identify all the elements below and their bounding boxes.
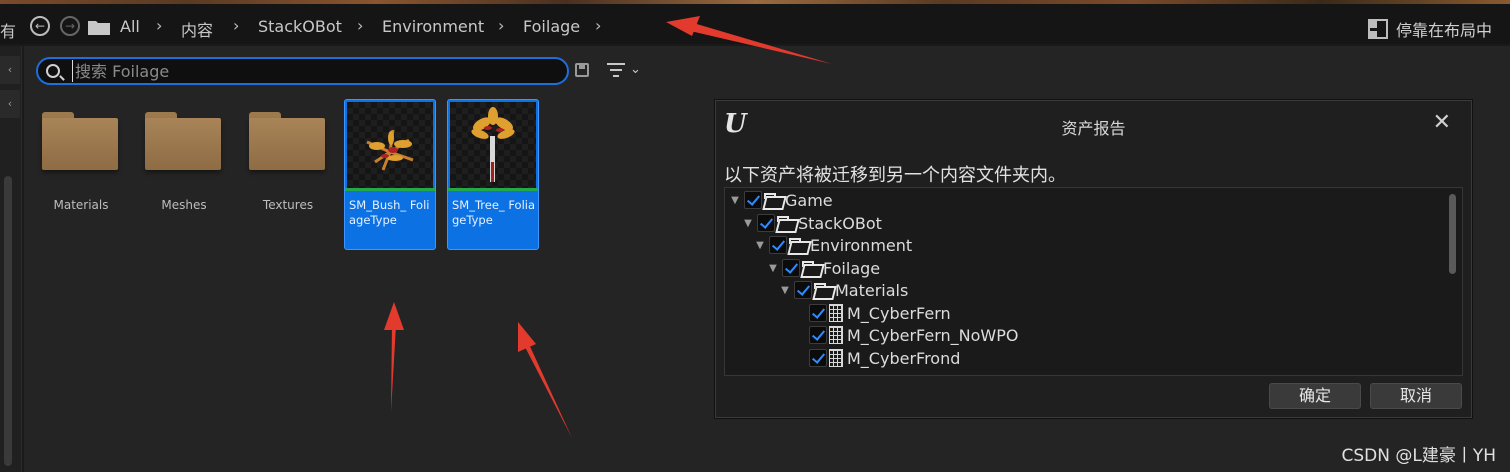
checkbox[interactable] [757,214,775,232]
content-browser-toolbar: 有 ← → All › 内容 › StackOBot › Environment… [0,4,1510,44]
folder-icon [249,112,325,170]
breadcrumb-all[interactable]: All [120,17,140,36]
folder-icon[interactable] [88,19,110,35]
tree-row[interactable]: ▼ Environment [754,234,912,256]
collapse-button[interactable]: ‹ [0,90,20,118]
dock-label: 停靠在布局中 [1395,21,1492,40]
scrollbar[interactable] [4,176,12,466]
chevron-right-icon[interactable]: › [357,16,363,35]
save-search-icon[interactable] [575,63,589,77]
forward-icon[interactable]: → [60,16,80,36]
tree-row[interactable]: ▼ Materials [779,279,908,301]
folder-tile-meshes[interactable]: Meshes [143,100,235,250]
tree-label: StackOBot [798,213,882,233]
checkbox[interactable] [769,236,787,254]
chevron-right-icon[interactable]: › [233,16,239,35]
material-icon [829,304,843,322]
tree-label: Foilage [823,258,881,278]
folder-tile-materials[interactable]: Materials [40,100,132,250]
asset-label: SM_Tree_ FoliageType [452,198,536,227]
chevron-right-icon[interactable]: › [595,16,601,35]
folder-label: Meshes [161,198,207,212]
tree-label: Game [785,190,833,210]
asset-type-bar [345,188,435,191]
asset-report-dialog: U 资产报告 ✕ 以下资产将被迁移到另一个内容文件夹内。 ▼ Game ▼ St… [715,100,1472,418]
folder-icon [42,112,118,170]
folder-label: Materials [53,198,109,212]
open-folder-icon [814,282,834,298]
tree-row[interactable]: M_CyberFern_NoWPO [809,324,1018,346]
tree-row[interactable]: M_CyberFrond [809,347,960,369]
folder-tile-textures[interactable]: Textures [247,100,339,250]
breadcrumb-stackobot[interactable]: StackOBot [258,17,342,36]
material-icon [829,349,843,367]
tree-label: M_CyberFern_NoWPO [847,325,1019,345]
bush-thumbnail [347,102,433,188]
dialog-message: 以下资产将被迁移到另一个内容文件夹内。 [724,165,1066,186]
asset-tree: ▼ Game ▼ StackOBot ▼ Environment ▼ Foila… [724,187,1463,376]
tree-thumbnail [450,102,536,188]
back-icon[interactable]: ← [30,16,50,36]
breadcrumb-foilage[interactable]: Foilage [523,17,580,36]
checkbox[interactable] [782,259,800,277]
asset-label: SM_Bush_ FoliageType [349,198,430,227]
tree-label: M_CyberFrond [847,348,961,368]
checkbox[interactable] [744,191,762,209]
checkbox[interactable] [809,349,827,367]
folder-label: Textures [262,198,314,212]
material-icon [829,326,843,344]
expand-arrow-icon[interactable]: ▼ [742,218,754,229]
search-bar[interactable] [36,57,569,85]
search-icon [46,64,60,78]
confirm-button[interactable]: 确定 [1269,383,1361,409]
close-icon[interactable]: ✕ [1433,111,1451,135]
chevron-down-icon[interactable]: ⌄ [630,62,641,77]
open-folder-icon [764,192,784,208]
asset-card-bush[interactable]: SM_Bush_ FoliageType [344,99,436,250]
dialog-title: 资产报告 [1061,119,1126,138]
tree-label: M_CyberFern [847,303,951,323]
open-folder-icon [777,215,797,231]
tree-row[interactable]: M_CyberFern [809,302,951,324]
chevron-right-icon[interactable]: › [156,16,162,35]
checkbox[interactable] [809,304,827,322]
expand-arrow-icon[interactable]: ▼ [729,195,741,206]
checkbox[interactable] [794,281,812,299]
search-input[interactable] [72,60,552,82]
tree-row[interactable]: ▼ Game [729,189,833,211]
collapse-button[interactable]: ‹ [0,56,20,84]
expand-arrow-icon[interactable]: ▼ [767,263,779,274]
filter-icon[interactable] [606,63,626,79]
expand-arrow-icon[interactable]: ▼ [779,285,791,296]
expand-arrow-icon[interactable]: ▼ [754,240,766,251]
tree-label: Environment [810,235,913,255]
asset-type-bar [448,188,538,191]
breadcrumb-content[interactable]: 内容 [181,17,213,41]
open-folder-icon [789,237,809,253]
layout-icon [1367,19,1388,39]
open-folder-icon [802,260,822,276]
tree-row[interactable]: ▼ StackOBot [742,212,882,234]
folder-icon [145,112,221,170]
asset-card-tree[interactable]: SM_Tree_ FoliageType [447,99,539,250]
truncated-label: 有 [0,22,17,41]
watermark: CSDN @L建豪丨YH [1341,446,1496,466]
dock-in-layout-button[interactable]: 停靠在布局中 [1367,17,1492,41]
chevron-right-icon[interactable]: › [498,16,504,35]
breadcrumb-environment[interactable]: Environment [382,17,484,36]
left-rail: ‹ ‹ [0,46,22,472]
tree-label: Materials [835,280,909,300]
tree-scrollbar[interactable] [1449,194,1456,274]
tree-row[interactable]: ▼ Foilage [767,257,880,279]
cancel-button[interactable]: 取消 [1370,383,1462,409]
checkbox[interactable] [809,326,827,344]
